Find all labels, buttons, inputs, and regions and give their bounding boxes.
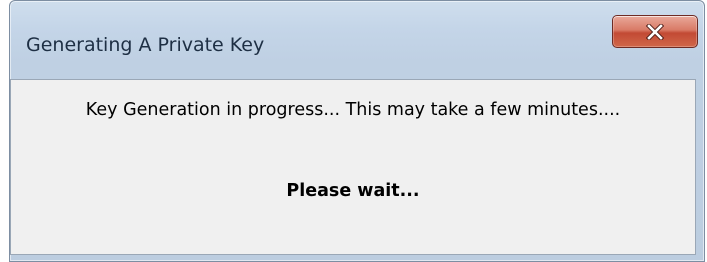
close-button[interactable] [612,15,698,48]
dialog-window: Generating A Private Key Key Generation … [9,0,705,262]
progress-message: Key Generation in progress... This may t… [85,100,621,120]
window-title: Generating A Private Key [26,34,265,56]
close-icon [646,23,664,40]
please-wait-text: Please wait... [286,181,420,201]
title-bar[interactable]: Generating A Private Key [10,1,704,79]
dialog-content: Key Generation in progress... This may t… [10,79,696,255]
